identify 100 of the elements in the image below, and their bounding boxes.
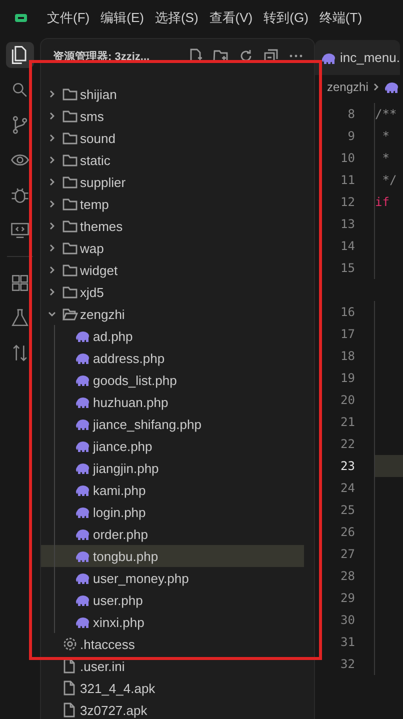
php-file-icon: [75, 439, 91, 453]
breadcrumb-item[interactable]: zengzhi: [327, 80, 368, 94]
menu-item[interactable]: 终端(T): [319, 9, 362, 27]
chevron-right-icon[interactable]: [47, 199, 57, 209]
php-file-icon: [75, 417, 91, 431]
chevron-right-icon[interactable]: [47, 265, 57, 275]
file-name: shijian: [80, 86, 117, 102]
php-file-icon: [75, 571, 91, 585]
line-number: 25: [340, 502, 355, 519]
php-file-icon: [75, 395, 91, 409]
chevron-right-icon[interactable]: [47, 111, 57, 121]
tree-row[interactable]: user_money.php: [41, 567, 304, 589]
code-text: if: [375, 195, 390, 209]
tree-row[interactable]: ad.php: [41, 325, 304, 347]
tree-row[interactable]: xinxi.php: [41, 611, 304, 633]
line-number: 12: [340, 194, 355, 211]
file-name: jiance.php: [93, 438, 152, 454]
app-logo-icon: [14, 12, 28, 24]
file-name: sms: [80, 108, 104, 124]
file-name: .user.ini: [80, 658, 125, 674]
tree-row[interactable]: xjd5: [41, 281, 304, 303]
chevron-right-icon[interactable]: [47, 177, 57, 187]
code-text: *: [381, 151, 390, 165]
open-folder-icon: [62, 307, 78, 321]
tree-row[interactable]: tongbu.php: [41, 545, 304, 567]
file-name: jiangjin.php: [93, 460, 159, 476]
tree-row[interactable]: zengzhi: [41, 303, 304, 325]
line-number: 15: [340, 260, 355, 277]
tree-row[interactable]: address.php: [41, 347, 304, 369]
tree-row[interactable]: static: [41, 149, 304, 171]
tree-row[interactable]: widget: [41, 259, 304, 281]
tree-row[interactable]: goods_list.php: [41, 369, 304, 391]
menu-item[interactable]: 文件(F): [47, 9, 90, 27]
file-name: goods_list.php: [93, 372, 177, 388]
menu-item[interactable]: 选择(S): [154, 9, 198, 27]
tree-row[interactable]: supplier: [41, 171, 304, 193]
tree-row[interactable]: sms: [41, 105, 304, 127]
file-name: .htaccess: [80, 636, 135, 652]
line-number: 8: [346, 106, 355, 123]
line-number: 30: [340, 612, 355, 629]
chevron-right-icon[interactable]: [47, 221, 57, 231]
tree-row[interactable]: huzhuan.php: [41, 391, 304, 413]
file-name: zengzhi: [80, 306, 125, 322]
file-name: supplier: [80, 174, 126, 190]
chevron-right-icon[interactable]: [47, 155, 57, 165]
folder-icon: [62, 87, 78, 101]
chevron-right-icon[interactable]: [47, 133, 57, 143]
file-name: xjd5: [80, 284, 104, 300]
file-name: jiance_shifang.php: [93, 416, 202, 432]
line-number: 11: [340, 172, 355, 189]
code-text: */: [381, 173, 397, 187]
chevron-right-icon[interactable]: [47, 287, 57, 297]
file-icon: [62, 658, 76, 674]
line-number: 32: [340, 656, 355, 673]
line-number: 10: [340, 150, 355, 167]
tree-row[interactable]: .htaccess: [41, 633, 304, 655]
file-name: sound: [80, 130, 116, 146]
file-name: wap: [80, 240, 104, 256]
line-number: 19: [340, 370, 355, 387]
folder-icon: [62, 241, 78, 255]
tree-row[interactable]: .user.ini: [41, 655, 304, 677]
line-number: 16: [340, 304, 355, 321]
file-name: xinxi.php: [93, 614, 144, 630]
menu-item[interactable]: 转到(G): [264, 9, 308, 27]
tree-row[interactable]: jiangjin.php: [41, 457, 304, 479]
tree-row[interactable]: order.php: [41, 523, 304, 545]
tree-row[interactable]: login.php: [41, 501, 304, 523]
line-number: 28: [340, 568, 355, 585]
php-file-icon: [75, 351, 91, 365]
line-number: 21: [340, 414, 355, 431]
files-icon[interactable]: [6, 42, 34, 68]
php-file-icon: [75, 593, 91, 607]
tree-row[interactable]: 321_4_4.apk: [41, 677, 304, 699]
file-name: address.php: [93, 350, 165, 366]
tree-row[interactable]: shijian: [41, 83, 304, 105]
tree-row[interactable]: themes: [41, 215, 304, 237]
tree-row[interactable]: 3z0727.apk: [41, 699, 304, 719]
tree-row[interactable]: temp: [41, 193, 304, 215]
code-text: /**: [375, 107, 397, 121]
folder-icon: [62, 219, 78, 233]
chevron-right-icon[interactable]: [47, 243, 57, 253]
chevron-down-icon[interactable]: [47, 309, 57, 319]
php-file-icon: [75, 549, 91, 563]
current-line-highlight: [375, 455, 403, 477]
folder-icon: [62, 131, 78, 145]
editor-tab[interactable]: inc_menu.: [315, 40, 400, 75]
tree-row[interactable]: jiance_shifang.php: [41, 413, 304, 435]
menu-item[interactable]: 编辑(E): [100, 9, 144, 27]
php-file-icon: [75, 373, 91, 387]
menu-item[interactable]: 查看(V): [209, 9, 253, 27]
file-name: tongbu.php: [93, 548, 158, 564]
tree-row[interactable]: kami.php: [41, 479, 304, 501]
tree-row[interactable]: wap: [41, 237, 304, 259]
folder-icon: [62, 197, 78, 211]
tree-row[interactable]: jiance.php: [41, 435, 304, 457]
php-file-icon: [384, 80, 400, 94]
tree-row[interactable]: user.php: [41, 589, 304, 611]
tree-row[interactable]: sound: [41, 127, 304, 149]
file-name: user.php: [93, 592, 143, 608]
chevron-right-icon[interactable]: [47, 89, 57, 99]
